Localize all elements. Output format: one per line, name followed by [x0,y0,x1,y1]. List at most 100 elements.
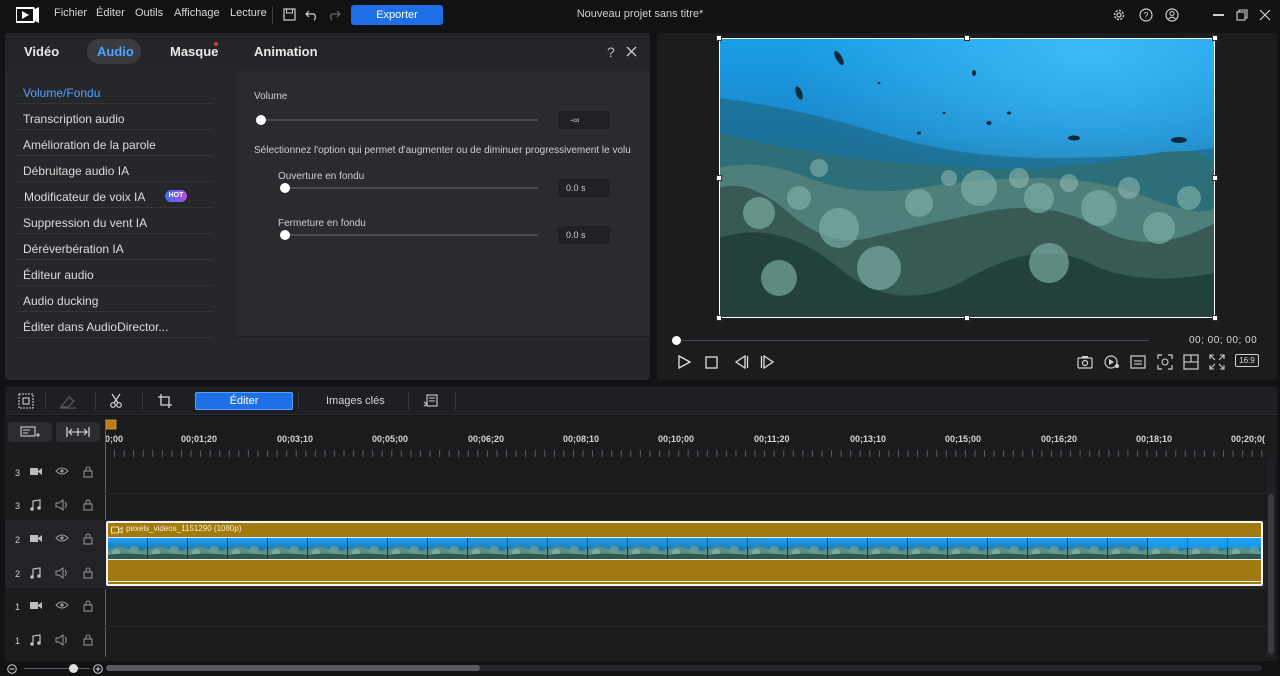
playback-scrubber-track[interactable] [677,340,1149,341]
ruler-label: 00;01;20 [181,434,218,444]
fade-out-value[interactable]: 0.0 s [558,226,610,244]
more-tools-icon[interactable] [423,393,439,409]
panel-close-icon[interactable] [626,46,637,57]
keyframes-button[interactable]: Images clés [326,395,385,407]
sidebar-item-audio-ducking[interactable]: Audio ducking [23,294,98,308]
resize-handle[interactable] [1212,315,1218,321]
menu-fichier[interactable]: Fichier [54,7,87,19]
visibility-eye-icon[interactable] [55,466,69,476]
volume-value[interactable]: -∞ [558,111,610,129]
scrollbar-thumb[interactable] [1268,494,1274,654]
export-button[interactable]: Exporter [351,5,443,25]
track-manager-button[interactable] [8,422,52,442]
split-scissors-icon[interactable] [109,393,123,409]
lock-icon[interactable] [83,499,93,511]
menu-outils[interactable]: Outils [135,7,163,19]
tab-animation[interactable]: Animation [254,44,318,59]
volume-slider-track[interactable] [260,119,538,121]
resize-handle[interactable] [964,35,970,41]
account-icon[interactable] [1165,8,1179,22]
sidebar-item-volume-fondu[interactable]: Volume/Fondu [23,86,100,100]
undo-icon[interactable] [305,8,319,21]
fit-timeline-button[interactable] [56,422,100,442]
volume-slider-knob[interactable] [256,115,266,125]
lock-icon[interactable] [83,466,93,478]
sidebar-item-suppression-vent[interactable]: Suppression du vent IA [23,216,147,230]
help-icon[interactable]: ? [1139,8,1153,22]
restore-icon[interactable] [1236,9,1248,21]
previous-frame-icon[interactable] [733,355,749,369]
resize-handle[interactable] [716,35,722,41]
stop-icon[interactable] [705,356,718,369]
fade-in-slider-track[interactable] [284,187,538,189]
tab-masque[interactable]: Masque [170,44,218,59]
fade-in-slider-knob[interactable] [280,183,290,193]
divider [17,311,213,312]
visibility-eye-icon[interactable] [55,600,69,610]
resize-handle[interactable] [1212,175,1218,181]
save-icon[interactable] [283,8,296,21]
fade-out-slider-knob[interactable] [280,230,290,240]
zoom-slider-track[interactable] [24,668,90,669]
resize-handle[interactable] [964,315,970,321]
sidebar-item-dereverberation[interactable]: Déréverbération IA [23,242,124,256]
timeline-vertical-scrollbar[interactable] [1267,458,1275,657]
play-icon[interactable] [677,355,691,369]
timeline-horizontal-scrollbar[interactable] [106,665,1262,671]
settings-gear-icon[interactable] [1112,8,1126,22]
track-number: 3 [15,468,21,478]
menu-affichage[interactable]: Affichage [174,7,220,19]
volume-speaker-icon[interactable] [55,499,69,511]
lock-icon[interactable] [83,600,93,612]
video-preview-frame[interactable] [719,38,1215,318]
volume-speaker-icon[interactable] [55,567,69,579]
playback-quality-icon[interactable] [1104,355,1120,369]
aspect-ratio-toggle[interactable]: 16:9 [1235,354,1259,367]
zoom-in-icon[interactable] [93,664,103,674]
tab-audio[interactable]: Audio [97,44,134,59]
zoom-slider-knob[interactable] [69,664,78,673]
next-frame-icon[interactable] [760,355,776,369]
resize-handle[interactable] [1212,35,1218,41]
snapshot-camera-icon[interactable] [1077,355,1093,369]
panel-help-icon[interactable]: ? [607,44,615,60]
video-track-icon [30,602,42,609]
sidebar-item-transcription[interactable]: Transcription audio [23,112,125,126]
resize-handle[interactable] [716,315,722,321]
close-window-icon[interactable] [1259,9,1271,21]
sidebar-item-debruitage[interactable]: Débruitage audio IA [23,164,129,178]
lock-icon[interactable] [83,634,93,646]
resize-handle[interactable] [716,175,722,181]
visibility-eye-icon[interactable] [55,533,69,543]
lock-icon[interactable] [83,567,93,579]
edit-button[interactable]: Éditer [195,392,293,410]
audio-track-icon [30,499,41,511]
video-clip[interactable]: pexels_videos_1151290 (1080p) [106,521,1263,586]
sidebar-item-audiodirector[interactable]: Éditer dans AudioDirector... [23,320,168,334]
fade-out-slider-track[interactable] [284,234,538,236]
menu-editer[interactable]: Éditer [96,7,125,19]
crop-icon[interactable] [157,393,173,409]
sidebar-item-editeur-audio[interactable]: Éditeur audio [23,268,94,282]
eraser-icon[interactable] [59,393,77,409]
sidebar-item-modificateur-voix[interactable]: Modificateur de voix IA [24,190,145,204]
minimize-icon[interactable] [1213,14,1224,16]
menu-lecture[interactable]: Lecture [230,7,267,19]
volume-speaker-icon[interactable] [55,634,69,646]
fade-in-value[interactable]: 0.0 s [558,179,610,197]
playback-scrubber-knob[interactable] [672,336,681,345]
redo-icon[interactable] [327,8,341,21]
zoom-out-icon[interactable] [7,664,17,674]
fullscreen-icon[interactable] [1209,354,1225,370]
tab-video[interactable]: Vidéo [24,44,59,59]
zoom-fit-icon[interactable] [1157,354,1173,370]
subtitles-icon[interactable] [1130,355,1146,369]
h-scrollbar-thumb[interactable] [106,665,480,671]
time-ruler[interactable]: 0;00 00;01;20 00;03;10 00;05;00 00;06;20… [105,416,1267,460]
lock-icon[interactable] [83,533,93,545]
select-tool-icon[interactable] [18,393,34,409]
sidebar-item-amelioration[interactable]: Amélioration de la parole [23,138,156,152]
grid-layout-icon[interactable] [1183,354,1199,370]
ruler-label: 00;11;20 [754,434,790,444]
playhead-marker-icon[interactable] [105,419,117,431]
